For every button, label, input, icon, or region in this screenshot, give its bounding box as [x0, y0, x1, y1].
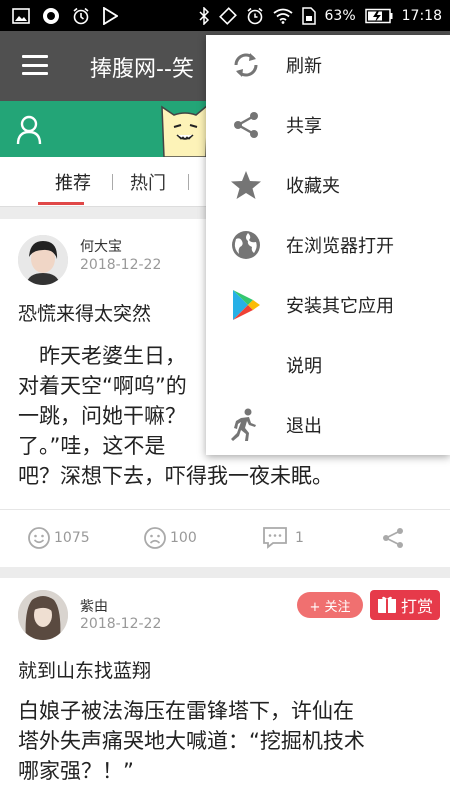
tab-recommended[interactable]: 推荐: [55, 169, 91, 195]
share-icon: [228, 107, 264, 143]
overflow-menu: 刷新 共享 收藏夹 在浏览器打开 安装其它应用 说明 退出: [206, 35, 450, 455]
clock: 17:18: [401, 7, 442, 24]
gallery-icon: [12, 7, 30, 24]
user-icon[interactable]: [16, 115, 42, 149]
smile-icon: [28, 527, 50, 549]
share-post-button[interactable]: [381, 526, 405, 550]
alarm-timer-icon: [72, 7, 90, 25]
menu-item-install-apps[interactable]: 安装其它应用: [206, 275, 450, 335]
tab-hot[interactable]: 热门: [130, 169, 166, 195]
play-icon: [102, 6, 118, 25]
cat-mascot-icon: [160, 101, 210, 161]
avatar[interactable]: [18, 235, 68, 285]
like-button[interactable]: 1075: [27, 526, 90, 550]
menu-item-exit[interactable]: 退出: [206, 395, 450, 455]
app-title: 捧腹网--笑: [90, 57, 194, 82]
post-body-line: 哪家强？！”: [18, 759, 134, 783]
sad-icon: [144, 527, 166, 549]
status-bar: 63% 17:18: [0, 0, 450, 31]
menu-label: 在浏览器打开: [286, 236, 394, 257]
record-icon: [42, 7, 60, 25]
post-card[interactable]: 紫由 2018-12-22 + 关注 打赏 就到山东找蓝翔 白娘子被法海压在雷锋…: [0, 578, 450, 800]
menu-label: 刷新: [286, 56, 322, 77]
rotate-icon: [218, 6, 237, 25]
tab-separator: [188, 174, 189, 190]
comment-count: 1: [295, 530, 304, 546]
comment-button[interactable]: 1: [262, 526, 304, 550]
menu-label: 安装其它应用: [286, 296, 394, 317]
share-icon: [383, 528, 403, 548]
screen: 63% 17:18 捧腹网--笑 推荐 热门 何大宝 2018-12-22 恐慌…: [0, 0, 450, 800]
post-date: 2018-12-22: [80, 616, 162, 632]
menu-item-open-browser[interactable]: 在浏览器打开: [206, 215, 450, 275]
wifi-icon: [272, 8, 293, 24]
dislike-button[interactable]: 100: [143, 526, 197, 550]
dislike-count: 100: [170, 530, 197, 546]
menu-hamburger-icon[interactable]: [22, 55, 48, 75]
reward-label: 打赏: [400, 597, 433, 616]
reward-button[interactable]: 打赏: [370, 590, 440, 620]
menu-item-about[interactable]: 说明: [206, 335, 450, 395]
post-date: 2018-12-22: [80, 257, 162, 273]
exit-run-icon: [228, 407, 264, 443]
refresh-icon: [228, 47, 264, 83]
star-icon: [228, 167, 264, 203]
post-body-line: 塔外失声痛哭地大喊道：“挖掘机技术: [18, 729, 365, 753]
follow-button[interactable]: + 关注: [297, 592, 363, 618]
menu-label: 退出: [286, 416, 322, 437]
post-title[interactable]: 恐慌来得太突然: [18, 299, 151, 326]
bluetooth-icon: [198, 6, 210, 25]
post-body[interactable]: 白娘子被法海压在雷锋塔下，许仙在 塔外失声痛哭地大喊道：“挖掘机技术 哪家强？！…: [18, 696, 432, 786]
play-store-icon: [228, 287, 264, 323]
menu-item-favorites[interactable]: 收藏夹: [206, 155, 450, 215]
menu-label: 收藏夹: [286, 176, 340, 197]
comment-icon: [263, 527, 287, 549]
battery-percent: 63%: [324, 7, 356, 24]
post-body-line: 吧？深想下去，吓得我一夜未眠。: [18, 464, 333, 488]
author-name[interactable]: 紫由: [80, 596, 108, 616]
avatar[interactable]: [18, 590, 68, 640]
alarm-icon: [246, 7, 264, 25]
menu-label: 说明: [286, 356, 322, 377]
post-actions: 1075 100 1: [0, 509, 450, 567]
battery-icon: [364, 8, 393, 24]
tab-separator: [112, 174, 113, 190]
like-count: 1075: [54, 530, 90, 546]
post-title[interactable]: 就到山东找蓝翔: [18, 656, 151, 683]
menu-item-refresh[interactable]: 刷新: [206, 35, 450, 95]
sim-icon: [301, 6, 316, 25]
active-tab-indicator: [38, 202, 84, 205]
post-body-line: 白娘子被法海压在雷锋塔下，许仙在: [18, 699, 354, 723]
menu-label: 共享: [286, 116, 322, 137]
globe-icon: [228, 227, 264, 263]
gift-icon: [377, 596, 396, 613]
author-name[interactable]: 何大宝: [80, 236, 122, 256]
menu-item-share[interactable]: 共享: [206, 95, 450, 155]
